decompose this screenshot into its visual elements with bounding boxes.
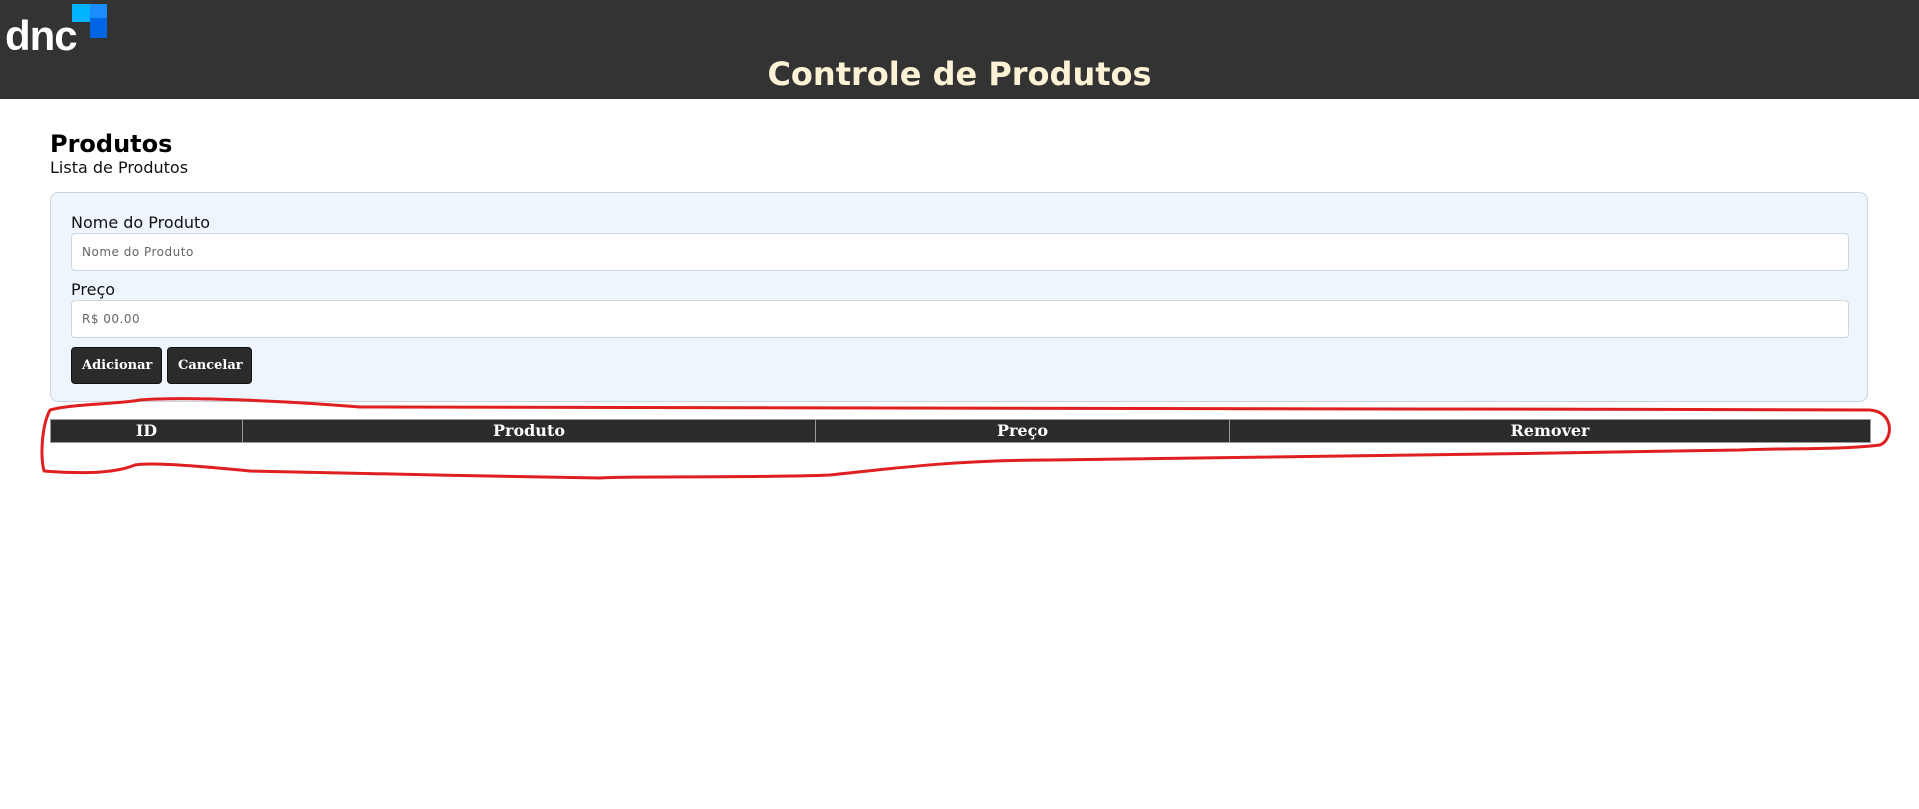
product-form: Nome do Produto Preço Adicionar Cancelar [50,192,1868,402]
red-annotation-circle [40,397,1891,480]
cancel-button[interactable]: Cancelar [167,347,252,384]
section-title: Produtos [50,130,173,158]
price-input[interactable] [71,300,1849,338]
column-header-remover: Remover [1229,419,1871,443]
products-table-container: ID Produto Preço Remover [50,419,1871,443]
price-label: Preço [71,280,116,299]
products-table: ID Produto Preço Remover [50,419,1871,443]
product-name-input[interactable] [71,233,1849,271]
top-header-bar: dnc Controle de Produtos [0,0,1919,99]
logo-text: dnc [5,12,78,59]
table-header-row: ID Produto Preço Remover [50,419,1871,443]
logo-square-mid [90,4,107,18]
product-name-label: Nome do Produto [71,213,211,232]
dnc-logo: dnc [5,4,107,58]
column-header-preco: Preço [815,419,1230,443]
add-button[interactable]: Adicionar [71,347,162,384]
logo-square-dark [90,18,107,38]
section-subtitle: Lista de Produtos [50,158,189,177]
app-title: Controle de Produtos [767,55,1152,93]
column-header-produto: Produto [242,419,816,443]
column-header-id: ID [50,419,243,443]
